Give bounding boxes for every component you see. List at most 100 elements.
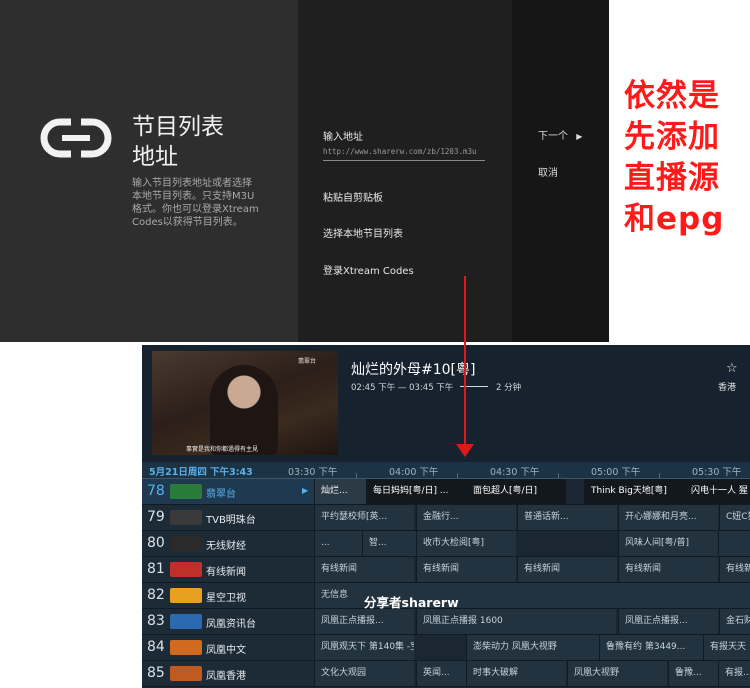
current-date-time: 5月21日周四 下午3:43 <box>149 467 253 478</box>
program-cell[interactable]: 每日妈妈[粤/日] ... <box>366 479 466 504</box>
tick-mark <box>659 473 660 478</box>
channel-name: 星空卫视 <box>206 593 246 604</box>
tick-mark <box>558 473 559 478</box>
program-cell[interactable]: 金融行... <box>416 505 516 530</box>
annotation-line: 和epg <box>624 201 725 237</box>
arrow-down-icon <box>456 444 474 457</box>
program-cell[interactable]: 金石财 <box>719 609 750 634</box>
tick-mark <box>356 473 357 478</box>
program-cell[interactable]: 收市大检阅[粤] <box>416 531 516 556</box>
program-cell[interactable]: 凤凰正点播报 1600 <box>416 609 616 634</box>
channel-name: 凤凰资讯台 <box>206 619 256 630</box>
channel-number: 85 <box>147 665 165 681</box>
channel-number: 80 <box>147 535 165 551</box>
program-cell[interactable]: 澎柴动力 凤凰大视野 <box>466 635 618 660</box>
channel-logo <box>170 484 202 499</box>
channel-row[interactable]: 85 凤凰香港 文化大观园 英闻... 时事大破解 凤凰大视野 鲁豫... 有报... <box>142 661 750 687</box>
setup-title-line: 地址 <box>132 144 178 170</box>
channel-logo <box>170 562 202 577</box>
channel-info[interactable]: 79 TVB明珠台 <box>142 505 314 530</box>
program-cell[interactable]: 凤凰大视野 <box>567 661 667 686</box>
preview-person <box>210 365 278 455</box>
program-cell[interactable]: 风味人间[粤/普] <box>618 531 718 556</box>
preview-channel-logo: 翡翠台 <box>298 358 317 365</box>
annotation-line: 先添加 <box>624 119 720 155</box>
timeline-bar: 5月21日周四 下午3:43 03:30 下午 04:00 下午 04:30 下… <box>142 462 750 479</box>
annotation-arrow-line <box>464 276 466 454</box>
program-cell[interactable]: C妞C猫 <box>719 505 750 530</box>
channel-row[interactable]: 81有线新闻有线新闻有线新闻有线新闻有线新闻有线新 <box>142 557 750 583</box>
channel-info[interactable]: 84 凤凰中文 <box>142 635 314 660</box>
url-input[interactable]: http://www.sharerw.com/zb/1203.m3u <box>323 147 485 161</box>
program-cell[interactable]: 闪电十一人 猩 <box>684 479 750 504</box>
program-cell[interactable]: 鲁豫有约 第3449... <box>599 635 703 660</box>
program-cell[interactable]: 凤凰正点播报... <box>314 609 414 634</box>
program-cell[interactable]: 有报天天 <box>703 635 750 660</box>
channel-row[interactable]: 80 无线财经... 智... 收市大检阅[粤] 风味人间[粤/普] <box>142 531 750 557</box>
local-playlist-option[interactable]: 选择本地节目列表 <box>323 225 403 240</box>
program-cell[interactable]: 有报... <box>718 661 750 686</box>
annotation-line: 直播源 <box>624 160 720 196</box>
channel-info[interactable]: 85 凤凰香港 <box>142 661 314 686</box>
program-cell[interactable]: 凤凰正点播报... <box>618 609 718 634</box>
channel-row[interactable]: 83凤凰资讯台凤凰正点播报...凤凰正点播报 1600凤凰正点播报...金石财 <box>142 609 750 635</box>
program-cell[interactable]: 灿烂... <box>314 479 366 504</box>
channel-info[interactable]: 80 无线财经 <box>142 531 314 556</box>
epg-guide: 翡翠台 事實是我和你都過得有主見 灿烂的外母#10[粤] 02:45 下午 — … <box>142 345 750 688</box>
paste-clipboard-option[interactable]: 粘贴自剪贴板 <box>323 189 383 204</box>
program-time: 02:45 下午 — 03:45 下午 <box>351 383 454 393</box>
program-cell[interactable]: 时事大破解 <box>466 661 566 686</box>
star-icon[interactable]: ☆ <box>726 361 738 376</box>
channel-row[interactable]: 79 TVB明珠台 平约瑟校师[英... 金融行... 普通话新... 开心娜娜和月亮..… <box>142 505 750 531</box>
program-cell[interactable]: 智... <box>362 531 416 556</box>
channel-row[interactable]: 78 翡翠台 ▶ 灿烂... 每日妈妈[粤/日] ... 面包超人[粤/日] Think B… <box>142 479 750 505</box>
next-label: 下一个 <box>538 131 568 142</box>
channel-info[interactable]: 81 有线新闻 <box>142 557 314 582</box>
channel-number: 82 <box>147 587 165 603</box>
channel-logo <box>170 588 202 603</box>
channel-number: 78 <box>147 483 165 499</box>
tick-mark <box>457 473 458 478</box>
channel-info[interactable]: 78 翡翠台 ▶ <box>142 479 314 504</box>
time-tick: 04:00 下午 <box>389 467 439 478</box>
time-tick: 04:30 下午 <box>490 467 540 478</box>
channel-row[interactable]: 84 凤凰中文 凤凰观天下 第140集 -宝... 澎柴动力 凤凰大视野鲁豫有约 第3… <box>142 635 750 661</box>
program-cell[interactable]: 有线新闻 <box>618 557 718 582</box>
next-button[interactable]: 下一个 ▶ <box>538 127 582 142</box>
channel-info[interactable]: 82 星空卫视 <box>142 583 314 608</box>
description-line: 本地节目列表。只支持M3U <box>132 191 255 202</box>
program-cell[interactable]: 鲁豫... <box>668 661 718 686</box>
program-cell[interactable]: 面包超人[粤/日] <box>466 479 566 504</box>
channel-name: TVB明珠台 <box>206 515 256 526</box>
channel-logo <box>170 640 202 655</box>
video-preview[interactable]: 翡翠台 事實是我和你都過得有主見 <box>152 351 338 455</box>
program-cell[interactable]: 平约瑟校师[英... <box>314 505 414 530</box>
xtream-login-option[interactable]: 登录Xtream Codes <box>323 262 414 277</box>
program-cell[interactable]: Think Big天地[粤] <box>584 479 684 504</box>
program-cell[interactable]: 有线新闻 <box>314 557 414 582</box>
program-cell[interactable]: 文化大观园 <box>314 661 414 686</box>
program-cell[interactable]: 英闻... <box>416 661 466 686</box>
link-icon <box>40 118 112 158</box>
channel-logo <box>170 614 202 629</box>
program-cell[interactable]: 有线新 <box>719 557 750 582</box>
channel-name: 凤凰中文 <box>206 645 246 656</box>
program-cell[interactable]: ... <box>314 531 362 556</box>
cancel-button[interactable]: 取消 <box>538 164 558 179</box>
description-line: 格式。你也可以登录Xtream <box>132 204 259 215</box>
program-cell[interactable]: 凤凰观天下 第140集 -宝... <box>314 635 414 660</box>
setup-title: 节目列表 地址 <box>132 112 292 172</box>
program-cell[interactable]: 有线新闻 <box>517 557 617 582</box>
setup-options-panel <box>298 0 512 342</box>
channel-info[interactable]: 83 凤凰资讯台 <box>142 609 314 634</box>
channel-number: 79 <box>147 509 165 525</box>
program-cell[interactable]: 普通话新... <box>517 505 617 530</box>
chevron-right-icon: ▶ <box>576 132 583 141</box>
time-tick: 05:30 下午 <box>692 467 742 478</box>
share-label: 分享者sharerw <box>364 595 459 610</box>
program-cell[interactable] <box>718 531 750 556</box>
description-line: Codes以获得节目列表。 <box>132 217 243 228</box>
description-line: 输入节目列表地址或者选择 <box>132 178 252 189</box>
program-cell[interactable]: 有线新闻 <box>416 557 516 582</box>
program-cell[interactable]: 开心娜娜和月亮... <box>618 505 718 530</box>
